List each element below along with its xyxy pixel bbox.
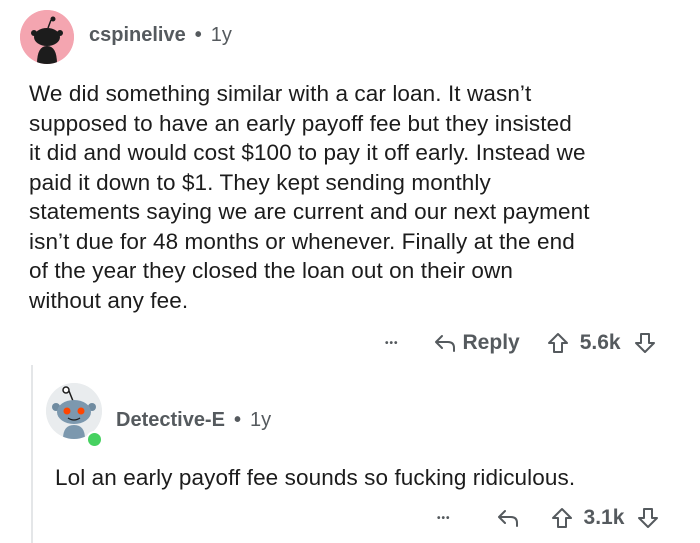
online-status-indicator: [86, 431, 103, 448]
comment-header: cspinelive • 1y: [89, 24, 232, 47]
downvote-arrow-icon[interactable]: [633, 331, 657, 355]
reply-arrow-icon[interactable]: [496, 508, 520, 528]
comment-line: isn’t due for 48 months or whenever. Fin…: [29, 228, 575, 254]
vote-score: 3.1k: [583, 506, 625, 529]
reply-arrow-icon: [434, 335, 455, 352]
comment-line: supposed to have an early payoff fee but…: [29, 110, 572, 136]
comment-age: 1y: [249, 409, 272, 431]
more-options-button[interactable]: •••: [437, 513, 451, 524]
comment-line: of the year they closed the loan out on …: [29, 258, 513, 283]
username[interactable]: Detective-E: [116, 409, 225, 432]
reply-button[interactable]: Reply: [433, 331, 520, 355]
comment-age: 1y: [210, 24, 232, 46]
comment-body: Lol an early payoff fee sounds so fuckin…: [55, 465, 576, 490]
upvote-arrow-icon[interactable]: [546, 331, 570, 355]
comment-line: without any fee.: [29, 287, 189, 313]
vote-score: 5.6k: [579, 331, 621, 354]
comment-header: Detective-E • 1y: [116, 409, 271, 432]
separator-dot: •: [194, 24, 202, 46]
downvote-arrow-icon[interactable]: [636, 506, 660, 530]
reply-label: Reply: [462, 331, 520, 354]
comment-line: statements saying we are current and our…: [29, 199, 590, 224]
comment-actions: ••• 3.1k: [437, 503, 660, 533]
snoo-avatar-icon: [20, 10, 74, 64]
more-options-button[interactable]: •••: [385, 338, 399, 349]
upvote-arrow-icon[interactable]: [550, 506, 574, 530]
thread-line[interactable]: [31, 365, 33, 543]
separator-dot: •: [233, 409, 241, 431]
comment-actions: ••• Reply 5.6k: [385, 328, 657, 358]
comment-line: paid it down to $1. They kept sending mo…: [29, 169, 491, 195]
comment-line: it did and would cost $100 to pay it off…: [29, 140, 586, 165]
comment-body: We did something similar with a car loan…: [29, 79, 590, 315]
comment-line: We did something similar with a car loan…: [29, 81, 532, 106]
username[interactable]: cspinelive: [89, 24, 186, 47]
avatar[interactable]: [20, 10, 74, 64]
